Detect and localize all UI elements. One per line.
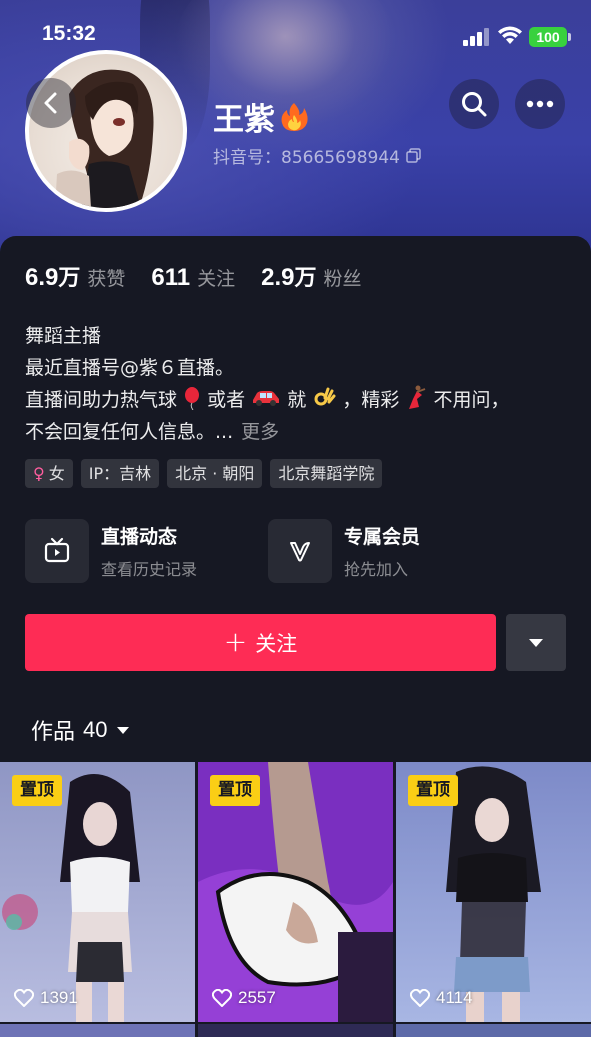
profile-stats: 6.9万 获赞 611 关注 2.9万 粉丝 (25, 260, 388, 292)
more-dots-icon (526, 100, 554, 108)
video-thumbnail[interactable] (396, 1024, 591, 1037)
profile-bio: 舞蹈主播 最近直播号@紫６直播。 直播间助力热气球 或者 就 ，精彩 不用问， … (25, 325, 510, 443)
video-thumbnail[interactable]: 置顶 2557 (198, 762, 393, 1022)
account-id[interactable]: 抖音号：85665698944 (213, 143, 421, 168)
search-icon (462, 92, 487, 117)
heart-icon (410, 989, 430, 1007)
more-options-button[interactable] (515, 79, 565, 129)
tag-location[interactable]: 北京 · 朝阳 (167, 459, 263, 488)
v-icon (290, 542, 310, 562)
copy-icon[interactable] (406, 148, 421, 163)
video-thumbnail[interactable]: 置顶 1391 (0, 762, 195, 1022)
heart-icon (14, 989, 34, 1007)
follow-button[interactable]: + 关注 (25, 614, 496, 671)
pinned-badge: 置顶 (210, 775, 260, 806)
tag-gender: ♀ 女 (25, 459, 73, 488)
back-button[interactable] (26, 78, 76, 128)
status-time: 15:32 (42, 22, 96, 45)
wifi-icon (497, 24, 523, 46)
cellular-signal-icon (463, 28, 489, 46)
chevron-left-icon (44, 92, 57, 114)
stat-likes: 6.9万 获赞 (25, 264, 126, 291)
car-icon (245, 389, 287, 411)
search-button[interactable] (449, 79, 499, 129)
pinned-badge: 置顶 (408, 775, 458, 806)
tag-school[interactable]: 北京舞蹈学院 (270, 459, 383, 488)
profile-card: 6.9万 获赞 611 关注 2.9万 粉丝 舞蹈主播 最近直播号@紫６直播。 … (0, 236, 591, 1037)
video-like-count: 1391 (14, 988, 78, 1008)
membership-shortcut[interactable]: 专属会员 抢先加入 (268, 519, 420, 583)
profile-tags: ♀ 女 IP：吉林 北京 · 朝阳 北京舞蹈学院 (25, 459, 383, 488)
profile-name: 王紫 (213, 94, 309, 139)
video-thumbnail[interactable]: 置顶 4114 (396, 762, 591, 1022)
balloon-icon (177, 387, 207, 411)
tab-works[interactable]: 作品 40 (31, 714, 130, 746)
fire-icon (281, 102, 308, 131)
video-like-count: 4114 (410, 988, 473, 1008)
plus-icon: + (223, 624, 248, 658)
battery-indicator: 100 (529, 27, 571, 47)
tv-icon (44, 537, 70, 563)
heart-icon (212, 989, 232, 1007)
recommend-dropdown-button[interactable] (506, 614, 566, 671)
avatar[interactable] (25, 50, 187, 212)
video-like-count: 2557 (212, 988, 276, 1008)
pinned-badge: 置顶 (12, 775, 62, 806)
video-thumbnail[interactable] (0, 1024, 195, 1037)
female-icon: ♀ (33, 464, 45, 483)
bio-more-link[interactable]: 更多 (241, 421, 279, 443)
caret-down-icon[interactable] (116, 726, 130, 735)
stat-following[interactable]: 611 关注 (151, 264, 235, 292)
tag-ip: IP：吉林 (80, 459, 160, 488)
video-thumbnail[interactable] (198, 1024, 393, 1037)
dancer-icon (399, 385, 433, 411)
caret-down-icon (529, 638, 543, 647)
stat-followers[interactable]: 2.9万 粉丝 (261, 260, 361, 292)
video-grid: 置顶 1391 置顶 2557 置顶 4114 (0, 762, 591, 1037)
live-history-shortcut[interactable]: 直播动态 查看历史记录 (25, 519, 197, 583)
ok-hand-icon (306, 387, 342, 411)
